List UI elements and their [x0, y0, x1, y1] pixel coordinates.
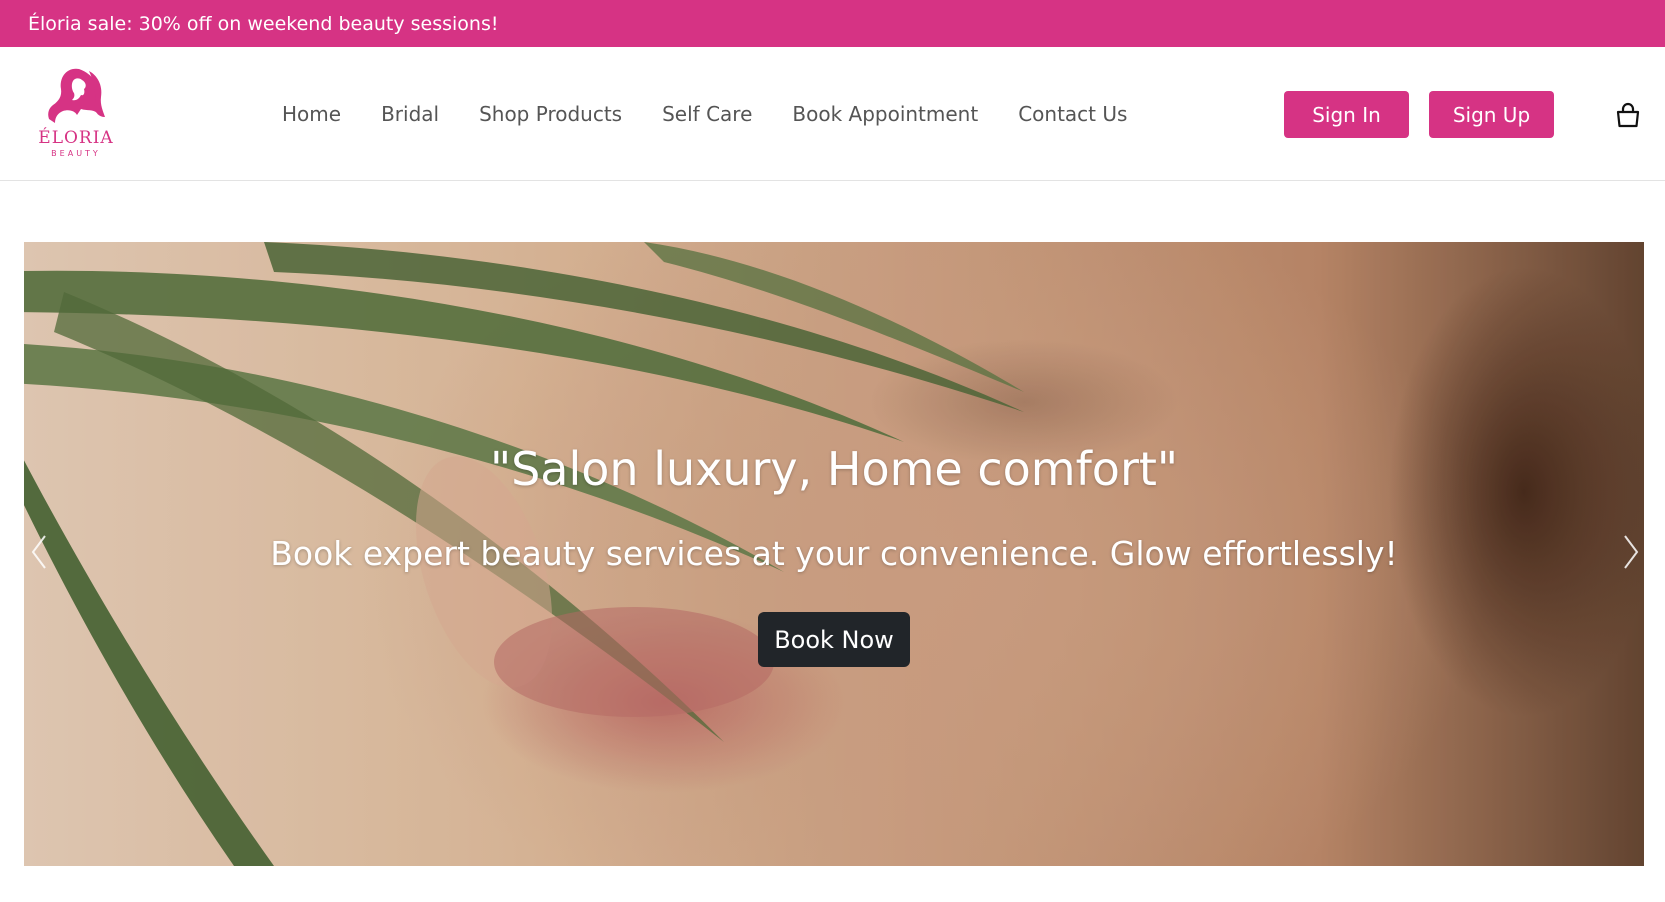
sign-in-button[interactable]: Sign In [1284, 91, 1409, 138]
chevron-right-icon [1624, 535, 1639, 569]
nav-home[interactable]: Home [282, 102, 341, 126]
woman-silhouette-logo-icon [48, 68, 105, 123]
hero-carousel: "Salon luxury, Home comfort" Book expert… [24, 242, 1644, 866]
hero-caption: "Salon luxury, Home comfort" Book expert… [24, 242, 1644, 866]
hero-subtitle: Book expert beauty services at your conv… [270, 534, 1398, 573]
nav-bridal[interactable]: Bridal [381, 102, 439, 126]
chevron-left-icon [31, 535, 46, 569]
sign-up-button[interactable]: Sign Up [1429, 91, 1554, 138]
promo-text: Éloria sale: 30% off on weekend beauty s… [28, 12, 499, 35]
nav-book-appointment[interactable]: Book Appointment [792, 102, 978, 126]
nav-shop-products[interactable]: Shop Products [479, 102, 622, 126]
carousel-prev-button[interactable] [24, 532, 54, 572]
nav-self-care[interactable]: Self Care [662, 102, 752, 126]
nav-contact-us[interactable]: Contact Us [1018, 102, 1127, 126]
cart-button[interactable] [1614, 102, 1642, 130]
hero-title: "Salon luxury, Home comfort" [489, 442, 1179, 496]
brand-tagline: BEAUTY [51, 149, 101, 158]
promo-banner: Éloria sale: 30% off on weekend beauty s… [0, 0, 1665, 47]
carousel-next-button[interactable] [1616, 532, 1644, 572]
brand-name: ÉLORIA [38, 128, 114, 148]
main-nav: Home Bridal Shop Products Self Care Book… [282, 47, 1167, 181]
shopping-bag-icon [1616, 102, 1640, 128]
brand-logo[interactable]: ÉLORIA BEAUTY [30, 65, 122, 165]
navbar: ÉLORIA BEAUTY Home Bridal Shop Products … [0, 47, 1665, 181]
book-now-button[interactable]: Book Now [758, 612, 910, 667]
